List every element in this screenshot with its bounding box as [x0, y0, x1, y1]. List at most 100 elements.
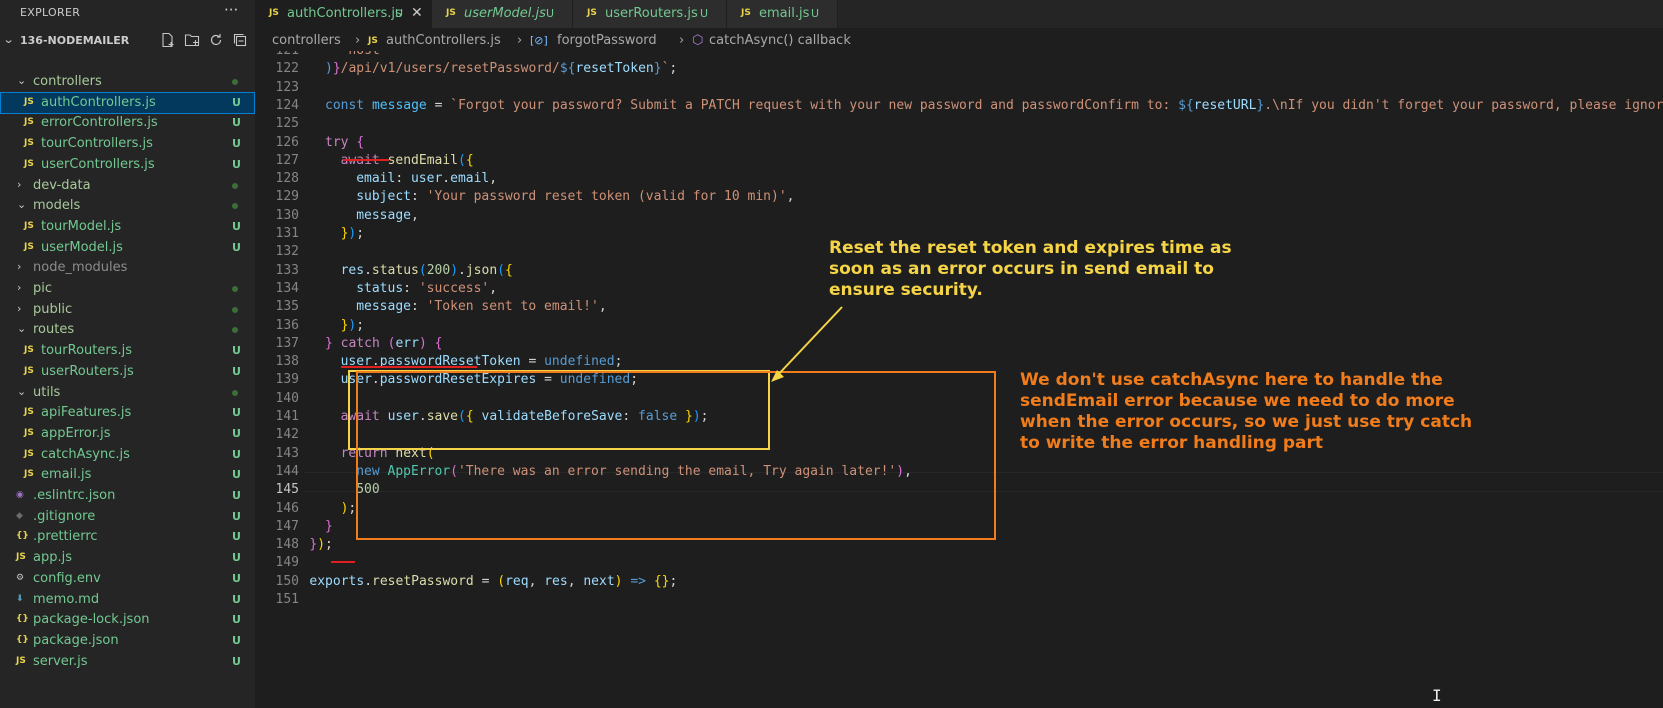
tree-item-label: memo.md — [33, 591, 100, 607]
file-item[interactable]: {} package.json U — [0, 630, 255, 652]
untracked-badge: U — [232, 530, 241, 544]
explorer-sidebar: EXPLORER ··· ⌄ 136-NODEMAILER ⌄ controlle… — [0, 0, 255, 708]
code-line: }); — [340, 226, 365, 241]
untracked-badge: U — [232, 219, 241, 233]
tree-item-label: tourControllers.js — [41, 136, 153, 152]
breadcrumb-item-folder[interactable]: controllers — [272, 33, 341, 48]
file-item[interactable]: JS authControllers.js U — [0, 91, 255, 114]
js-file-icon: JS — [446, 8, 456, 18]
file-item[interactable]: JS tourControllers.js U — [0, 133, 255, 155]
code-line: res.status(200).json({ — [340, 262, 513, 278]
untracked-badge: U — [232, 447, 241, 461]
tab-bar: JS authControllers.js U ✕ JS userModel.js U JS u… — [255, 0, 1663, 28]
annotation-underline-catch — [341, 366, 477, 368]
eslint-icon: ◉ — [16, 490, 24, 500]
tree-item-label: node_modules — [33, 260, 128, 276]
file-item[interactable]: ⬇ memo.md U — [0, 589, 255, 611]
folder-item[interactable]: › pic — [0, 278, 255, 300]
breadcrumb-separator-icon: › — [679, 33, 685, 48]
tree-item-label: userControllers.js — [41, 156, 155, 172]
explorer-header: EXPLORER ··· — [0, 0, 255, 26]
modified-dot-icon — [232, 306, 238, 313]
untracked-badge: U — [232, 157, 241, 171]
file-item[interactable]: JS errorControllers.js U — [0, 112, 255, 134]
line-number: 148 — [275, 537, 299, 553]
editor-tab[interactable]: JS authControllers.js U ✕ — [255, 0, 432, 28]
tree-item-label: pic — [33, 281, 53, 296]
folder-item[interactable]: › public — [0, 299, 255, 321]
untracked-badge: U — [546, 7, 555, 20]
file-item[interactable]: JS apiFeatures.js U — [0, 402, 255, 424]
annotation-orange-box — [356, 371, 996, 540]
file-item[interactable]: JS tourRouters.js U — [0, 340, 255, 362]
modified-dot-icon — [232, 79, 238, 85]
js-file-icon: JS — [24, 96, 34, 107]
untracked-badge: U — [232, 406, 241, 420]
git-file-icon: ◆ — [16, 510, 23, 521]
file-item[interactable]: ◆ .gitignore U — [0, 506, 255, 528]
text-cursor-icon: I — [1432, 686, 1442, 705]
file-item[interactable]: JS userControllers.js U — [0, 154, 255, 176]
breadcrumb-item-callback[interactable]: catchAsync() callback — [709, 33, 851, 48]
js-file-icon: JS — [24, 220, 34, 231]
tree-item-label: apiFeatures.js — [41, 405, 132, 421]
code-line: }); — [340, 317, 365, 333]
js-file-icon: JS — [24, 448, 34, 459]
file-item[interactable]: ◉ .eslintrc.json U — [0, 485, 255, 507]
new-file-icon[interactable] — [160, 32, 176, 48]
line-number: 147 — [275, 518, 299, 534]
json-file-icon: {} — [16, 531, 29, 542]
file-item[interactable]: JS app.js U — [0, 547, 255, 569]
tree-item-label: routes — [33, 322, 75, 338]
tab-label: authControllers.js — [287, 6, 402, 21]
untracked-badge: U — [232, 613, 241, 627]
file-item[interactable]: JS email.js U — [0, 464, 255, 486]
markdown-icon: ⬇ — [16, 593, 24, 604]
file-item[interactable]: ⚙ config.env U — [0, 568, 255, 590]
more-actions-icon[interactable]: ··· — [224, 1, 238, 19]
editor-tab[interactable]: JS email.js U — [727, 0, 838, 28]
breadcrumb-item-file[interactable]: authControllers.js — [386, 33, 501, 48]
tree-item-label: .gitignore — [33, 508, 96, 524]
js-file-icon: JS — [24, 407, 34, 418]
tree-item-label: config.env — [33, 570, 101, 586]
line-number: 131 — [275, 226, 299, 241]
refresh-icon[interactable] — [208, 32, 224, 48]
js-file-icon: JS — [24, 427, 34, 438]
untracked-badge: U — [232, 364, 241, 378]
folder-item[interactable]: ⌄ models — [0, 195, 255, 217]
file-item[interactable]: JS server.js U — [0, 651, 255, 673]
folder-item[interactable]: ⌄ routes — [0, 319, 255, 341]
js-file-icon: JS — [24, 117, 34, 128]
editor-tab[interactable]: JS userRouters.js U — [573, 0, 727, 28]
file-item[interactable]: {} package-lock.json U — [0, 609, 255, 631]
collapse-all-icon[interactable] — [232, 32, 248, 48]
code-line: message: 'Token sent to email!', — [356, 299, 607, 315]
file-item[interactable]: JS userRouters.js U — [0, 361, 255, 383]
folder-item[interactable]: ⌄ controllers — [0, 71, 255, 93]
chevron-down-icon: ⌄ — [17, 322, 27, 336]
tab-label: email.js — [759, 6, 810, 21]
folder-item[interactable]: › node_modules — [0, 257, 255, 279]
js-file-icon: JS — [24, 469, 34, 480]
file-item[interactable]: {} .prettierrc U — [0, 526, 255, 548]
code-line: } — [325, 518, 333, 534]
editor-tab[interactable]: JS userModel.js U — [432, 0, 573, 28]
folder-item[interactable]: ⌄ utils — [0, 382, 255, 404]
untracked-badge: U — [232, 654, 241, 668]
code-line: try { — [325, 134, 365, 150]
untracked-badge: U — [232, 633, 241, 647]
file-item[interactable]: JS catchAsync.js U — [0, 444, 255, 466]
code-line: message, — [356, 207, 419, 223]
js-file-icon: JS — [587, 8, 597, 18]
file-item[interactable]: JS appError.js U — [0, 423, 255, 445]
breadcrumb-item-symbol[interactable]: forgotPassword — [557, 33, 657, 48]
line-number: 123 — [275, 79, 299, 95]
file-item[interactable]: JS tourModel.js U — [0, 216, 255, 238]
tab-label: userModel.js — [464, 6, 546, 21]
untracked-badge: U — [232, 551, 241, 565]
close-icon[interactable]: ✕ — [411, 5, 423, 21]
new-folder-icon[interactable] — [184, 32, 200, 48]
folder-item[interactable]: › dev-data — [0, 175, 255, 197]
file-item[interactable]: JS userModel.js U — [0, 237, 255, 259]
